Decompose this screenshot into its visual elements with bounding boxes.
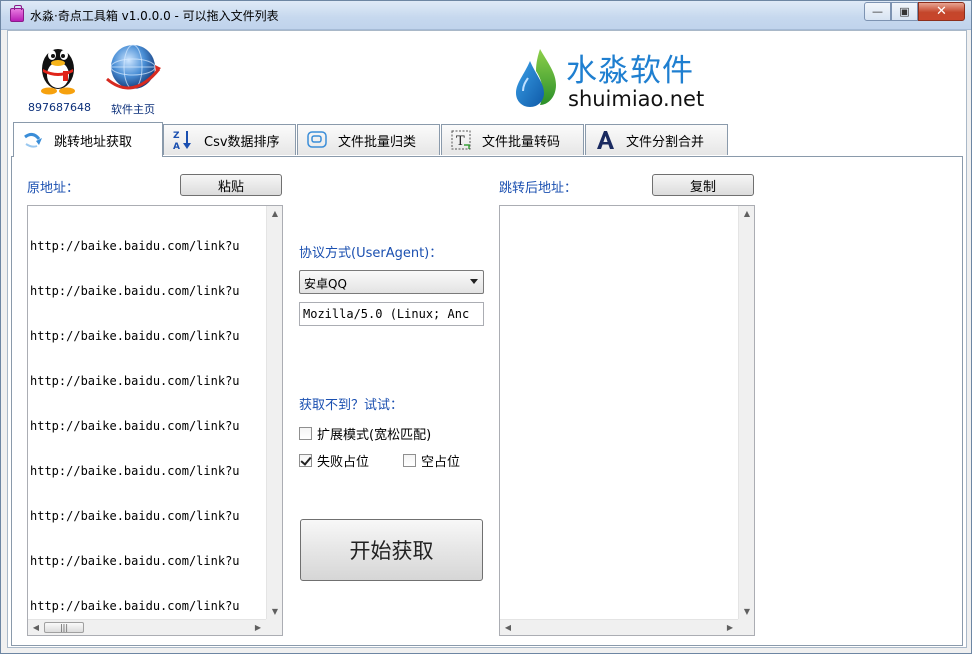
app-bag-icon xyxy=(10,5,24,22)
tab-label: 跳转地址获取 xyxy=(54,134,133,150)
window-controls: — ▣ ✕ xyxy=(864,2,965,21)
scroll-corner xyxy=(266,619,282,635)
start-fetch-button[interactable]: 开始获取 xyxy=(300,519,483,581)
result-vertical-scrollbar[interactable]: ▲ ▼ xyxy=(738,206,754,619)
tab-label: Csv数据排序 xyxy=(204,134,280,150)
qq-contact-link[interactable]: 897687648 xyxy=(28,39,91,114)
extended-mode-label: 扩展模式(宽松匹配) xyxy=(317,428,432,443)
maximize-icon: ▣ xyxy=(899,5,910,18)
client-area: 897687648 软件主页 水淼软件 shuimiao.net 跳转地址获取 … xyxy=(7,30,967,648)
app-window: 水淼·奇点工具箱 v1.0.0.0 - 可以拖入文件列表 — ▣ ✕ 89768… xyxy=(0,0,972,654)
url-line: http://baike.baidu.com/link?u xyxy=(30,554,240,568)
minimize-button[interactable]: — xyxy=(864,2,891,21)
scroll-down-arrow-icon[interactable]: ▼ xyxy=(739,607,755,616)
source-vertical-scrollbar[interactable]: ▲ ▼ xyxy=(266,206,282,619)
source-urls-textarea[interactable]: http://baike.baidu.com/link?u http://bai… xyxy=(27,205,283,636)
globe-icon xyxy=(103,39,163,95)
close-icon: ✕ xyxy=(936,4,947,19)
checkbox-box[interactable] xyxy=(299,427,312,440)
scroll-up-arrow-icon[interactable]: ▲ xyxy=(739,209,755,218)
tab-file-classify[interactable]: 文件批量归类 xyxy=(297,124,440,155)
brand-chinese-name: 水淼软件 xyxy=(566,53,694,89)
close-button[interactable]: ✕ xyxy=(918,2,965,21)
extended-mode-checkbox[interactable]: 扩展模式(宽松匹配) xyxy=(299,424,431,443)
fallback-label: 获取不到？试试： xyxy=(299,398,404,413)
brand-domain: shuimiao.net xyxy=(568,87,705,111)
window-title: 水淼·奇点工具箱 v1.0.0.0 - 可以拖入文件列表 xyxy=(30,9,279,23)
sort-az-icon: ZA xyxy=(172,129,194,151)
result-address-label: 跳转后地址： xyxy=(499,181,578,196)
scroll-right-arrow-icon[interactable]: ▶ xyxy=(250,623,266,632)
homepage-link[interactable]: 软件主页 xyxy=(100,39,166,117)
tab-file-transcode[interactable]: T 文件批量转码 xyxy=(441,124,584,155)
title-bar[interactable]: 水淼·奇点工具箱 v1.0.0.0 - 可以拖入文件列表 — ▣ ✕ xyxy=(1,1,971,30)
text-convert-icon: T xyxy=(450,129,472,151)
url-line: http://baike.baidu.com/link?u xyxy=(30,239,240,253)
classify-icon xyxy=(306,129,328,151)
brand-logo: 水淼软件 shuimiao.net xyxy=(514,45,714,115)
url-line: http://baike.baidu.com/link?u xyxy=(30,509,240,523)
scroll-down-arrow-icon[interactable]: ▼ xyxy=(267,607,283,616)
redirect-arrow-icon xyxy=(22,129,44,151)
fail-placeholder-label: 失败占位 xyxy=(317,455,370,470)
svg-text:A: A xyxy=(173,142,180,151)
svg-text:Z: Z xyxy=(173,131,180,141)
scroll-left-arrow-icon[interactable]: ◀ xyxy=(500,623,516,632)
qq-number-label: 897687648 xyxy=(28,101,91,114)
horizontal-scroll-thumb[interactable]: ||| xyxy=(44,622,84,633)
tab-file-split-merge[interactable]: 文件分割合并 xyxy=(585,124,728,155)
protocol-label: 协议方式(UserAgent)： xyxy=(299,246,443,261)
svg-text:T: T xyxy=(456,134,465,149)
scroll-left-arrow-icon[interactable]: ◀ xyxy=(28,623,44,632)
url-line: http://baike.baidu.com/link?u xyxy=(30,599,240,613)
water-drop-logo-icon xyxy=(514,47,558,109)
user-agent-string-field[interactable]: Mozilla/5.0 (Linux; Anc xyxy=(299,302,484,326)
empty-placeholder-checkbox[interactable]: 空占位 xyxy=(403,451,460,470)
checkbox-box[interactable] xyxy=(403,454,416,467)
scroll-corner xyxy=(738,619,754,635)
tab-csv-sort[interactable]: ZA Csv数据排序 xyxy=(163,124,296,155)
checkbox-box-checked[interactable] xyxy=(299,454,312,467)
result-horizontal-scrollbar[interactable]: ◀ ▶ xyxy=(500,619,738,635)
tab-label: 文件批量转码 xyxy=(482,134,561,150)
url-line: http://baike.baidu.com/link?u xyxy=(30,329,240,343)
source-address-label: 原地址： xyxy=(27,181,80,196)
url-line: http://baike.baidu.com/link?u xyxy=(30,284,240,298)
split-merge-icon xyxy=(594,129,616,151)
url-line: http://baike.baidu.com/link?u xyxy=(30,374,240,388)
tab-strip: 跳转地址获取 ZA Csv数据排序 文件批量归类 T 文件批量转码 文件分割合并 xyxy=(11,122,963,157)
result-urls-content xyxy=(501,207,738,619)
tab-label: 文件分割合并 xyxy=(626,134,705,150)
source-horizontal-scrollbar[interactable]: ◀ ||| ▶ xyxy=(28,619,266,635)
chevron-down-icon xyxy=(470,279,478,284)
url-line: http://baike.baidu.com/link?u xyxy=(30,464,240,478)
tab-label: 文件批量归类 xyxy=(338,134,417,150)
user-agent-selected-value: 安卓QQ xyxy=(304,277,347,291)
minimize-icon: — xyxy=(872,5,883,18)
scroll-right-arrow-icon[interactable]: ▶ xyxy=(722,623,738,632)
empty-placeholder-label: 空占位 xyxy=(421,455,461,470)
copy-button[interactable]: 复制 xyxy=(652,174,754,196)
tab-panel-redirect: 原地址： 粘贴 http://baike.baidu.com/link?u ht… xyxy=(11,156,963,646)
result-urls-textarea[interactable]: ▲ ▼ ◀ ▶ xyxy=(499,205,755,636)
user-agent-select[interactable]: 安卓QQ xyxy=(299,270,484,294)
homepage-label: 软件主页 xyxy=(111,103,155,116)
qq-penguin-icon xyxy=(35,39,81,95)
tab-redirect-fetch[interactable]: 跳转地址获取 xyxy=(13,122,163,157)
scroll-up-arrow-icon[interactable]: ▲ xyxy=(267,209,283,218)
fail-placeholder-checkbox[interactable]: 失败占位 xyxy=(299,451,369,470)
url-line: http://baike.baidu.com/link?u xyxy=(30,419,240,433)
source-urls-content: http://baike.baidu.com/link?u http://bai… xyxy=(29,207,266,619)
paste-button[interactable]: 粘贴 xyxy=(180,174,282,196)
maximize-button[interactable]: ▣ xyxy=(891,2,918,21)
